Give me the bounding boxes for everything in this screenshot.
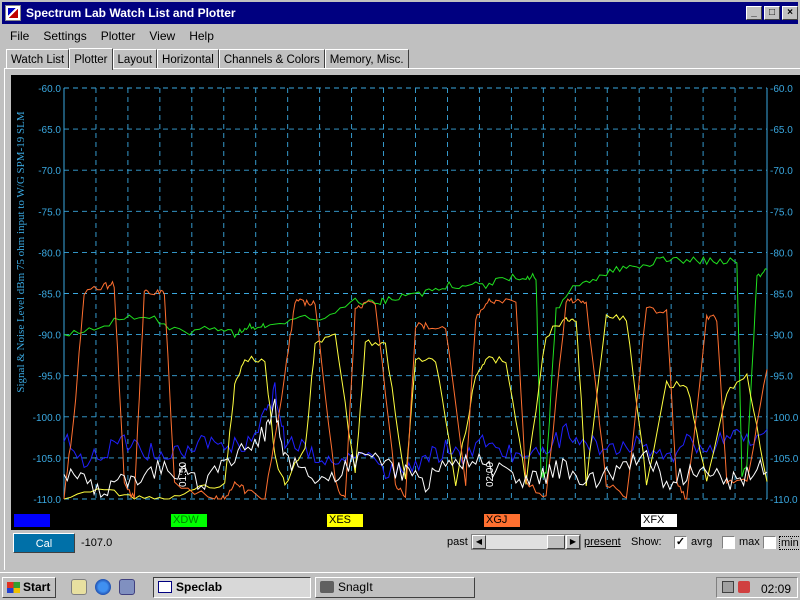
start-button[interactable]: Start <box>2 577 56 598</box>
y-tick-label-right: -90.0 <box>770 331 793 342</box>
tab-memory-misc[interactable]: Memory, Misc. <box>324 49 409 69</box>
y-tick-label-right: -60.0 <box>770 84 793 95</box>
menu-help[interactable]: Help <box>180 29 219 43</box>
tab-horizontal[interactable]: Horizontal <box>157 49 219 69</box>
y-tick-label-left: -75.0 <box>38 207 61 218</box>
menu-file[interactable]: File <box>2 29 34 43</box>
show-desktop-icon[interactable] <box>71 579 87 595</box>
min-checkbox[interactable] <box>763 536 776 549</box>
y-tick-label-left: -60.0 <box>38 84 61 95</box>
avrg-label: avrg <box>691 536 713 548</box>
legend-xfx[interactable]: XFX <box>641 514 677 527</box>
tab-channels-colors[interactable]: Channels & Colors <box>218 49 325 69</box>
y-axis-label: Signal & Noise Level dBm 75 ohm input to… <box>15 111 27 393</box>
task-speclab[interactable]: Speclab <box>153 577 311 598</box>
minimize-button[interactable]: _ <box>746 6 762 20</box>
system-tray: 02:09 <box>716 577 798 598</box>
scroll-right-icon[interactable]: ▶ <box>566 535 580 549</box>
plot-area[interactable]: -60.0 -60.0 -65.0 -65.0 -70.0 -70.0 -75.0 -75.0… <box>11 75 800 530</box>
camera-icon <box>320 581 334 593</box>
y-tick-label-right: -80.0 <box>770 248 793 259</box>
windows-logo-icon <box>7 582 20 593</box>
y-tick-label-right: -100.0 <box>770 413 799 424</box>
y-tick-label-right: -70.0 <box>770 166 793 177</box>
y-tick-label-right: -110.0 <box>770 495 798 506</box>
tab-plotter[interactable]: Plotter <box>69 48 113 70</box>
show-label: Show: <box>631 536 662 548</box>
y-tick-label-left: -95.0 <box>38 372 61 383</box>
time-scrollbar[interactable]: ◀ ▶ <box>471 534 581 550</box>
y-tick-label-left: -80.0 <box>38 248 61 259</box>
speclab-window: Spectrum Lab Watch List and Plotter _ □ … <box>0 0 800 572</box>
y-tick-label-left: -70.0 <box>38 166 61 177</box>
legend-xdw[interactable]: XDW <box>171 514 207 527</box>
max-checkbox[interactable] <box>722 536 735 549</box>
past-label: past <box>447 536 468 548</box>
chart-svg: -60.0 -60.0 -65.0 -65.0 -70.0 -70.0 -75.0 -75.0… <box>33 84 799 506</box>
y-tick-label-right: -65.0 <box>770 125 793 136</box>
task-speclab-label: Speclab <box>176 580 223 594</box>
close-button[interactable]: × <box>782 6 798 20</box>
tab-layout[interactable]: Layout <box>112 49 158 69</box>
outlook-express-icon[interactable] <box>119 579 135 595</box>
menu-bar: File Settings Plotter View Help <box>2 26 798 46</box>
menu-view[interactable]: View <box>140 29 180 43</box>
menu-settings[interactable]: Settings <box>34 29 91 43</box>
speclab-task-icon <box>158 581 172 593</box>
taskbar: Start Speclab SnagIt 02:09 <box>0 572 800 600</box>
task-snagit[interactable]: SnagIt <box>315 577 475 598</box>
time-label: 01:50 <box>178 462 189 487</box>
tab-watch-list[interactable]: Watch List <box>6 49 70 69</box>
legend-row: Noise XDW XES XGJ XFX <box>12 512 800 528</box>
tray-app-icon[interactable] <box>722 581 734 593</box>
legend-xgj[interactable]: XGJ <box>484 514 520 527</box>
cal-value: -107.0 <box>81 537 113 549</box>
y-tick-label-left: -85.0 <box>38 290 61 301</box>
y-tick-label-right: -95.0 <box>770 372 793 383</box>
legend-noise[interactable]: Noise <box>14 514 50 527</box>
y-tick-label-right: -85.0 <box>770 290 793 301</box>
y-tick-label-left: -90.0 <box>38 331 61 342</box>
menu-plotter[interactable]: Plotter <box>92 29 141 43</box>
volume-icon[interactable] <box>738 581 750 593</box>
y-tick-label-left: -100.0 <box>33 413 62 424</box>
status-bar: Cal -107.0 past ◀ ▶ present Show: ✓ avrg… <box>0 531 800 555</box>
spectrum-lab-icon[interactable] <box>5 5 21 21</box>
y-tick-label-right: -75.0 <box>770 207 793 218</box>
legend-xes[interactable]: XES <box>327 514 363 527</box>
start-label: Start <box>23 580 51 594</box>
max-label: max <box>739 536 760 548</box>
clock[interactable]: 02:09 <box>761 582 791 596</box>
task-snagit-label: SnagIt <box>338 580 373 594</box>
min-label: min <box>779 536 800 550</box>
y-tick-label-left: -105.0 <box>33 454 62 465</box>
tab-strip: Watch List Plotter Layout Horizontal Cha… <box>6 47 409 70</box>
title-bar[interactable]: Spectrum Lab Watch List and Plotter _ □ … <box>2 2 798 24</box>
y-tick-label-left: -110.0 <box>33 495 61 506</box>
time-label: 02:00 <box>485 462 496 487</box>
avrg-checkbox[interactable]: ✓ <box>674 536 687 549</box>
internet-explorer-icon[interactable] <box>95 579 111 595</box>
present-link[interactable]: present <box>584 536 621 548</box>
scroll-thumb[interactable] <box>547 535 565 549</box>
y-axis-label-box: Signal & Noise Level dBm 75 ohm input to… <box>11 77 31 427</box>
maximize-button[interactable]: □ <box>764 6 780 20</box>
cal-button[interactable]: Cal <box>13 533 75 553</box>
y-tick-label-right: -105.0 <box>770 454 799 465</box>
window-title: Spectrum Lab Watch List and Plotter <box>26 6 236 20</box>
y-tick-label-left: -65.0 <box>38 125 61 136</box>
scroll-left-icon[interactable]: ◀ <box>472 535 486 549</box>
